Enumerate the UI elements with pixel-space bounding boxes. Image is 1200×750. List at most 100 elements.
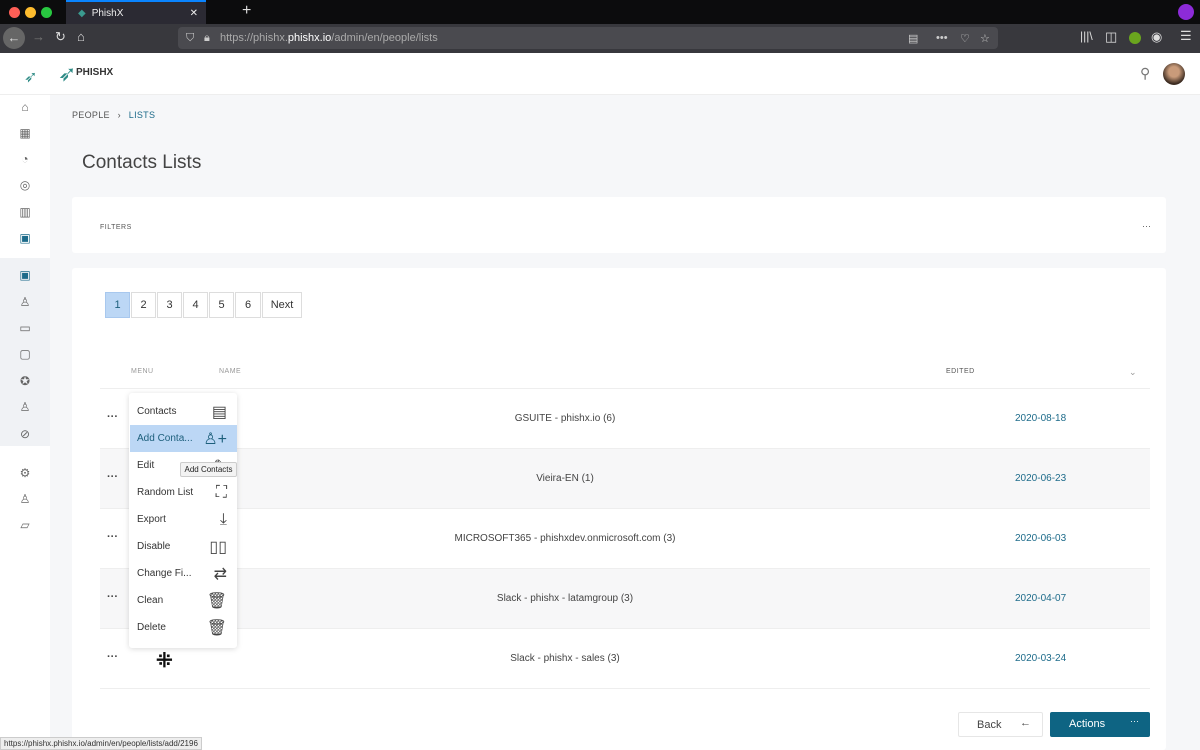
page-button-4[interactable]: 4 xyxy=(183,292,208,318)
bookmark-star-icon[interactable]: ☆ xyxy=(980,32,990,45)
page-title: Contacts Lists xyxy=(82,152,202,173)
page-button-5[interactable]: 5 xyxy=(209,292,234,318)
table-row[interactable]: ··· Vieira-EN (1) 2020-06-23 xyxy=(100,449,1150,509)
menu-item-label: Edit xyxy=(137,460,155,471)
user-check-icon[interactable]: ♙ xyxy=(18,400,32,414)
row-menu-button[interactable]: ··· xyxy=(107,591,118,603)
pocket-icon[interactable]: ♡ xyxy=(960,32,970,45)
fish-logo-icon[interactable]: ➶ xyxy=(24,67,37,87)
extension-check-icon[interactable] xyxy=(1129,32,1141,44)
settings-icon[interactable]: ⚙ xyxy=(18,466,32,480)
page-button-1[interactable]: 1 xyxy=(105,292,130,318)
user-admin-icon[interactable]: ♙ xyxy=(18,492,32,506)
back-arrow-icon[interactable]: ← xyxy=(3,27,25,49)
menu-item-label: Clean xyxy=(137,595,164,606)
home-icon[interactable]: ⌂ xyxy=(18,100,32,114)
menu-item-label: Change Fi... xyxy=(137,568,192,579)
row-menu-button[interactable]: ··· xyxy=(107,411,118,423)
column-edited[interactable]: EDITED xyxy=(946,368,975,375)
menu-item-add-contacts[interactable]: Add Conta... ♙+ xyxy=(130,425,237,452)
shield-icon: ⛉ xyxy=(186,31,195,44)
sort-chevron-down-icon[interactable]: ⌄ xyxy=(1129,367,1137,378)
people-contact-icon[interactable]: ▣ xyxy=(18,231,32,245)
actions-button[interactable]: Actions ··· xyxy=(1050,712,1150,737)
row-menu-button[interactable]: ··· xyxy=(107,531,118,543)
library-icon[interactable]: |||\ xyxy=(1080,29,1093,43)
random-nodes-icon: ⛶ xyxy=(215,483,227,501)
back-label: Back xyxy=(977,719,1002,731)
filters-label[interactable]: FILTERS xyxy=(100,224,132,231)
breadcrumb-lists: LISTS xyxy=(128,110,156,120)
user-plus-icon: ♙+ xyxy=(203,430,227,448)
library-icon[interactable]: ▥ xyxy=(18,205,32,219)
table-row[interactable]: ··· Slack - phishx - latamgroup (3) 2020… xyxy=(100,569,1150,629)
url-domain: phishx.io xyxy=(287,32,332,44)
next-page-button[interactable]: Next xyxy=(262,292,302,318)
breadcrumb: PEOPLE › LISTS xyxy=(72,110,155,120)
menu-item-export[interactable]: Export ⤓ xyxy=(130,506,237,533)
reader-view-icon[interactable]: ▤ xyxy=(908,32,918,45)
search-icon[interactable]: ⚲ xyxy=(1140,65,1150,82)
menu-item-contacts[interactable]: Contacts ▤ xyxy=(130,398,237,425)
back-button[interactable]: Back ← xyxy=(958,712,1043,737)
account-icon[interactable]: ◉ xyxy=(1151,29,1162,45)
page-button-2[interactable]: 2 xyxy=(131,292,156,318)
menu-item-random-list[interactable]: Random List ⛶ xyxy=(130,479,237,506)
user-off-icon[interactable]: ⊘ xyxy=(18,427,32,441)
award-icon[interactable]: ✪ xyxy=(18,374,32,388)
row-menu-button[interactable]: ··· xyxy=(107,651,118,663)
page-button-3[interactable]: 3 xyxy=(157,292,182,318)
arrow-left-icon: ← xyxy=(1020,717,1031,729)
home-icon[interactable]: ⌂ xyxy=(77,29,85,44)
close-tab-icon[interactable]: ✕ xyxy=(190,8,198,19)
reload-icon[interactable]: ↻ xyxy=(55,29,66,45)
contacts-list-icon[interactable]: ▣ xyxy=(18,268,32,282)
menu-item-disable[interactable]: Disable ▯▯ xyxy=(130,533,237,560)
chart-pie-icon[interactable]: ◔ xyxy=(18,152,32,166)
menu-item-label: Disable xyxy=(137,541,171,552)
row-edited[interactable]: 2020-06-23 xyxy=(1015,473,1066,484)
hamburger-menu-icon[interactable]: ☰ xyxy=(1180,28,1192,44)
row-edited[interactable]: 2020-04-07 xyxy=(1015,593,1066,604)
maximize-window-button[interactable] xyxy=(41,7,52,18)
new-tab-icon[interactable]: + xyxy=(242,2,251,20)
menu-item-delete[interactable]: Delete 🗑︎ xyxy=(130,614,237,641)
menu-item-clean[interactable]: Clean 🗑︎ xyxy=(130,587,237,614)
browser-tab[interactable]: ◆ PhishX ✕ xyxy=(66,0,206,24)
menu-item-change-filter[interactable]: Change Fi... ⇄ xyxy=(130,560,237,587)
table-row[interactable]: ··· ⁜ Slack - phishx - sales (3) 2020-03… xyxy=(100,629,1150,689)
id-card-icon[interactable]: ▭ xyxy=(18,321,32,335)
forward-arrow-icon[interactable]: → xyxy=(32,29,45,44)
table-row[interactable]: ··· MICROSOFT365 - phishxdev.onmicrosoft… xyxy=(100,509,1150,569)
dashboard-icon[interactable]: ▦ xyxy=(18,126,32,140)
row-context-menu: Contacts▤ Add Conta...♙+ Edit✎ Random Li… xyxy=(129,393,237,648)
row-menu-button[interactable]: ··· xyxy=(107,471,118,483)
avatar[interactable] xyxy=(1163,63,1185,85)
chat-icon[interactable]: ▱ xyxy=(18,518,32,532)
filters-more-icon[interactable]: ··· xyxy=(1142,221,1151,231)
row-edited[interactable]: 2020-08-18 xyxy=(1015,413,1066,424)
status-bar-url: https://phishx.phishx.io/admin/en/people… xyxy=(0,737,202,750)
phishx-logo-icon[interactable]: ➶ xyxy=(58,61,76,87)
download-icon: ⤓ xyxy=(219,510,227,528)
minimize-window-button[interactable] xyxy=(25,7,36,18)
row-edited[interactable]: 2020-06-03 xyxy=(1015,533,1066,544)
sidebar-toggle-icon[interactable]: ◫ xyxy=(1105,29,1117,45)
target-icon[interactable]: ◎ xyxy=(18,178,32,192)
column-menu: MENU xyxy=(131,368,154,375)
table-row[interactable]: ··· GSUITE - phishx.io (6) 2020-08-18 xyxy=(100,389,1150,449)
row-name: MICROSOFT365 - phishxdev.onmicrosoft.com… xyxy=(454,533,676,544)
close-window-button[interactable] xyxy=(9,7,20,18)
contact-card-icon: ▤ xyxy=(211,403,227,421)
more-icon: ··· xyxy=(1130,716,1139,726)
page-button-6[interactable]: 6 xyxy=(235,292,261,318)
page-actions-icon[interactable]: ••• xyxy=(936,32,948,44)
badge-icon[interactable]: ▢ xyxy=(18,347,32,361)
row-edited[interactable]: 2020-03-24 xyxy=(1015,653,1066,664)
transfer-arrows-icon: ⇄ xyxy=(213,565,227,583)
user-tag-icon[interactable]: ♙ xyxy=(18,295,32,309)
breadcrumb-people[interactable]: PEOPLE xyxy=(72,110,110,120)
row-name: Vieira-EN (1) xyxy=(536,473,594,484)
column-name[interactable]: NAME xyxy=(219,368,241,375)
url-bar[interactable]: ⛉ 🔒︎ https://phishx. phishx.io/admin/en/p… xyxy=(178,27,998,49)
